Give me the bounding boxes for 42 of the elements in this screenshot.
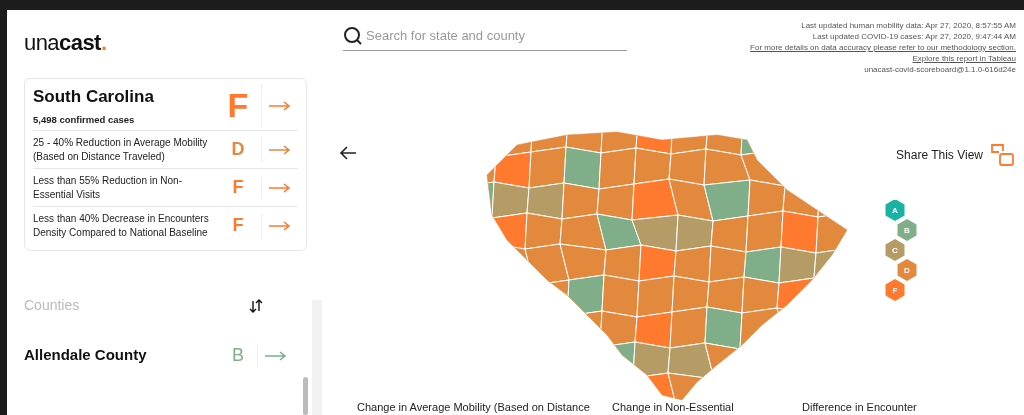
metric-label: Less than 55% Reduction in Non-Essential Visits — [33, 174, 183, 201]
chart-title: Change in Non-Essential — [612, 401, 735, 414]
share-label: Share This View — [896, 147, 983, 164]
grade-hexagon: A — [885, 200, 905, 221]
counties-heading: Counties — [24, 296, 80, 315]
update-info: Last updated COVID-19 cases: Apr 27, 2020, 9:47:44 AM — [812, 31, 1016, 42]
grade-hexagon: D — [897, 259, 917, 281]
metric-grade: D — [230, 138, 246, 161]
arrow-icon — [269, 144, 291, 155]
chart-title: Change in Average Mobility (Based on Distance — [357, 401, 591, 414]
search-field[interactable]: Search for state and county — [366, 26, 627, 46]
update-info: Last updated human mobility data: Apr 27, 2020, 8:57:55 AM — [801, 20, 1016, 31]
search-icon — [343, 26, 363, 46]
metric-grade: F — [231, 214, 245, 237]
arrow-icon — [269, 100, 291, 111]
scrollbar-thumb[interactable] — [303, 377, 308, 415]
grade-hexagon: B — [897, 219, 917, 241]
link[interactable]: For more details on data accuracy please refer to our methodology section. — [750, 42, 1016, 53]
sort-icon — [248, 297, 264, 314]
metric-label: 25 - 40% Reduction in Average Mobility (Based on Distance Traveled) — [33, 136, 209, 163]
update-info: unacast-covid-scoreboard@1.1.0-616d24e — [864, 64, 1016, 75]
share-button[interactable] — [991, 144, 1015, 166]
county-name: Allendale County — [24, 345, 148, 366]
arrow-icon — [269, 220, 291, 231]
logo: unacast. — [23, 29, 108, 57]
county-grade: B — [231, 344, 245, 367]
arrow-icon — [269, 182, 291, 193]
confirmed-cases: 5,498 confirmed cases — [33, 113, 136, 128]
arrow-icon — [265, 350, 287, 361]
chart-title: Difference in Encounter — [802, 401, 918, 414]
link[interactable]: Explore this report in Tableau — [912, 53, 1016, 64]
grade-hexagon: C — [885, 239, 905, 261]
back-button[interactable] — [339, 145, 357, 161]
county-map-drawing[interactable] — [486, 131, 848, 401]
state-name: South Carolina — [33, 85, 155, 108]
sort-button[interactable] — [248, 297, 264, 314]
metric-grade: F — [231, 176, 245, 199]
metric-label: Less than 40% Decrease in Encounters Density Compared to National Baseline — [33, 212, 210, 239]
back-arrow-icon — [339, 145, 357, 161]
copy-icon — [991, 144, 1015, 166]
state-grade: F — [226, 85, 250, 126]
grade-hexagon: F — [885, 279, 905, 301]
